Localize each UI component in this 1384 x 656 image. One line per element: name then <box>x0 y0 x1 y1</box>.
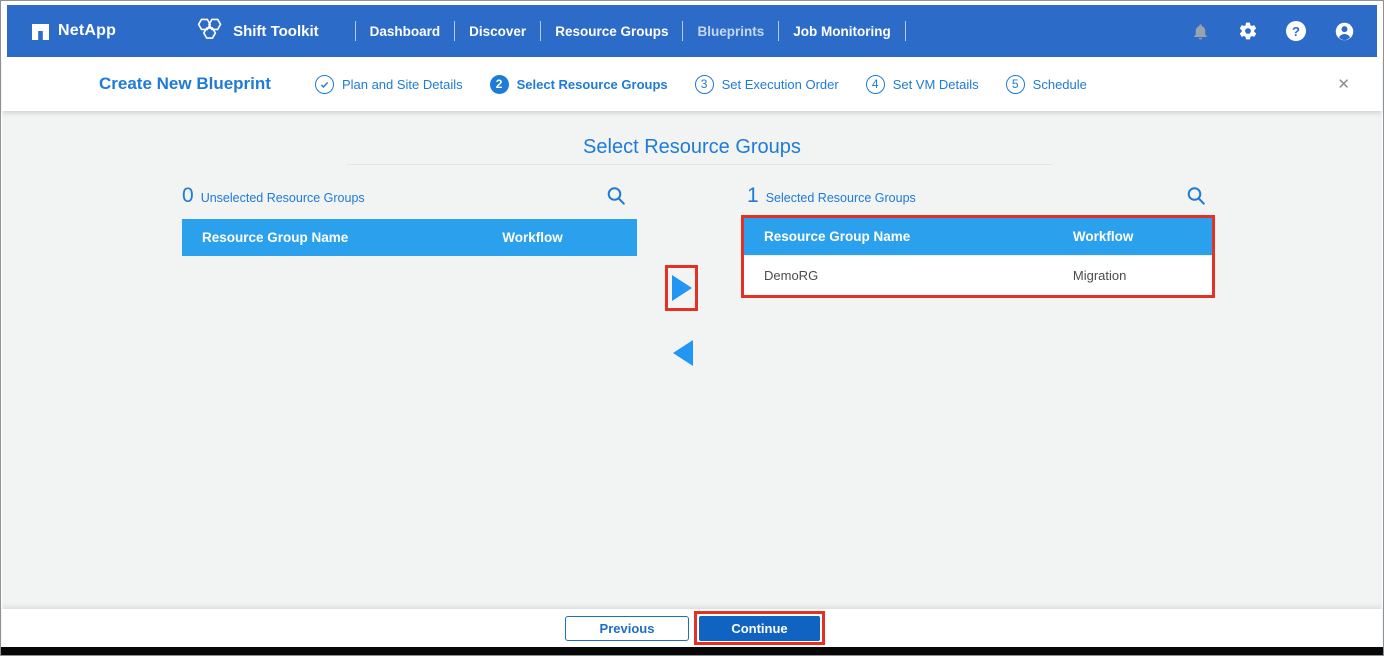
nav-divider <box>682 21 683 41</box>
wizard-step-set-execution-order[interactable]: 3 Set Execution Order <box>695 75 839 94</box>
shift-toolkit-window: NetApp Shift Toolkit Dashboard Discover … <box>0 0 1384 656</box>
step-completed-check-icon <box>315 75 334 94</box>
nav-item-blueprints[interactable]: Blueprints <box>697 24 764 39</box>
table-header: Resource Group Name Workflow <box>182 219 637 256</box>
step-label: Plan and Site Details <box>342 77 463 92</box>
unselected-search-icon[interactable] <box>605 185 629 209</box>
nav-divider <box>778 21 779 41</box>
step-number: 2 <box>490 75 509 94</box>
table-header: Resource Group Name Workflow <box>744 218 1212 255</box>
settings-gear-icon[interactable] <box>1237 20 1259 42</box>
step-label: Set VM Details <box>893 77 979 92</box>
nav-divider <box>355 21 356 41</box>
notifications-bell-icon[interactable] <box>1189 20 1211 42</box>
page-title: Select Resource Groups <box>2 136 1382 159</box>
nav-item-discover[interactable]: Discover <box>469 24 526 39</box>
netapp-brand[interactable]: NetApp <box>29 20 116 42</box>
nav-divider <box>905 21 906 41</box>
bottom-black-bar <box>1 647 1383 655</box>
table-row-demorg[interactable]: DemoRG Migration <box>744 255 1212 295</box>
unselected-resource-groups-table: Resource Group Name Workflow <box>182 219 637 256</box>
user-account-icon[interactable] <box>1333 20 1355 42</box>
wizard-title: Create New Blueprint <box>99 74 271 94</box>
nav-divider <box>454 21 455 41</box>
unselected-panel-caption: 0 Unselected Resource Groups <box>182 184 365 208</box>
move-left-wrap <box>670 337 696 369</box>
unselected-label: Unselected Resource Groups <box>201 191 365 205</box>
shift-toolkit-brand[interactable]: Shift Toolkit <box>194 16 319 47</box>
help-icon[interactable]: ? <box>1285 20 1307 42</box>
move-right-arrow-button[interactable] <box>672 275 692 301</box>
column-header-resource-group-name: Resource Group Name <box>744 229 1053 244</box>
selected-label: Selected Resource Groups <box>766 191 916 205</box>
netapp-logo-icon <box>29 20 51 42</box>
wizard-step-bar: Create New Blueprint Plan and Site Detai… <box>2 57 1382 111</box>
nav-item-job-monitoring[interactable]: Job Monitoring <box>793 24 890 39</box>
title-divider <box>347 164 1052 165</box>
step-label: Set Execution Order <box>722 77 839 92</box>
move-right-annotation-box <box>665 265 698 311</box>
nav-divider <box>540 21 541 41</box>
step-label: Schedule <box>1033 77 1087 92</box>
wizard-step-schedule[interactable]: 5 Schedule <box>1006 75 1087 94</box>
select-resource-groups-panel: Select Resource Groups 0 Unselected Reso… <box>2 111 1382 611</box>
nav-item-dashboard[interactable]: Dashboard <box>370 24 441 39</box>
shift-toolkit-logo-icon <box>194 16 224 47</box>
previous-button[interactable]: Previous <box>565 616 689 641</box>
step-number: 4 <box>866 75 885 94</box>
nav-item-resource-groups[interactable]: Resource Groups <box>555 24 668 39</box>
continue-annotation-box: Continue <box>694 611 825 645</box>
selected-panel-caption: 1 Selected Resource Groups <box>747 184 916 208</box>
navbar-actions: ? <box>1189 20 1355 42</box>
netapp-brand-label: NetApp <box>58 22 116 40</box>
wizard-step-set-vm-details[interactable]: 4 Set VM Details <box>866 75 979 94</box>
help-glyph: ? <box>1286 21 1306 41</box>
wizard-step-select-resource-groups[interactable]: 2 Select Resource Groups <box>490 75 668 94</box>
continue-button[interactable]: Continue <box>699 616 820 641</box>
column-header-resource-group-name: Resource Group Name <box>182 230 482 245</box>
app-name-label: Shift Toolkit <box>233 23 319 40</box>
cell-resource-group-name: DemoRG <box>744 268 1053 283</box>
unselected-count: 0 <box>182 184 194 208</box>
cell-workflow: Migration <box>1053 268 1212 283</box>
step-number: 3 <box>695 75 714 94</box>
selected-resource-groups-table: Resource Group Name Workflow DemoRG Migr… <box>741 215 1215 298</box>
step-number: 5 <box>1006 75 1025 94</box>
wizard-step-plan-and-site-details[interactable]: Plan and Site Details <box>315 75 463 94</box>
column-header-workflow: Workflow <box>1053 229 1212 244</box>
selected-count: 1 <box>747 184 759 208</box>
move-left-arrow-button[interactable] <box>673 340 693 366</box>
column-header-workflow: Workflow <box>482 230 637 245</box>
selected-search-icon[interactable] <box>1185 185 1209 209</box>
step-label: Select Resource Groups <box>517 77 668 92</box>
footer-bar: Previous Continue <box>2 609 1382 647</box>
top-navbar: NetApp Shift Toolkit Dashboard Discover … <box>7 5 1377 57</box>
close-icon[interactable]: ✕ <box>1333 71 1354 97</box>
